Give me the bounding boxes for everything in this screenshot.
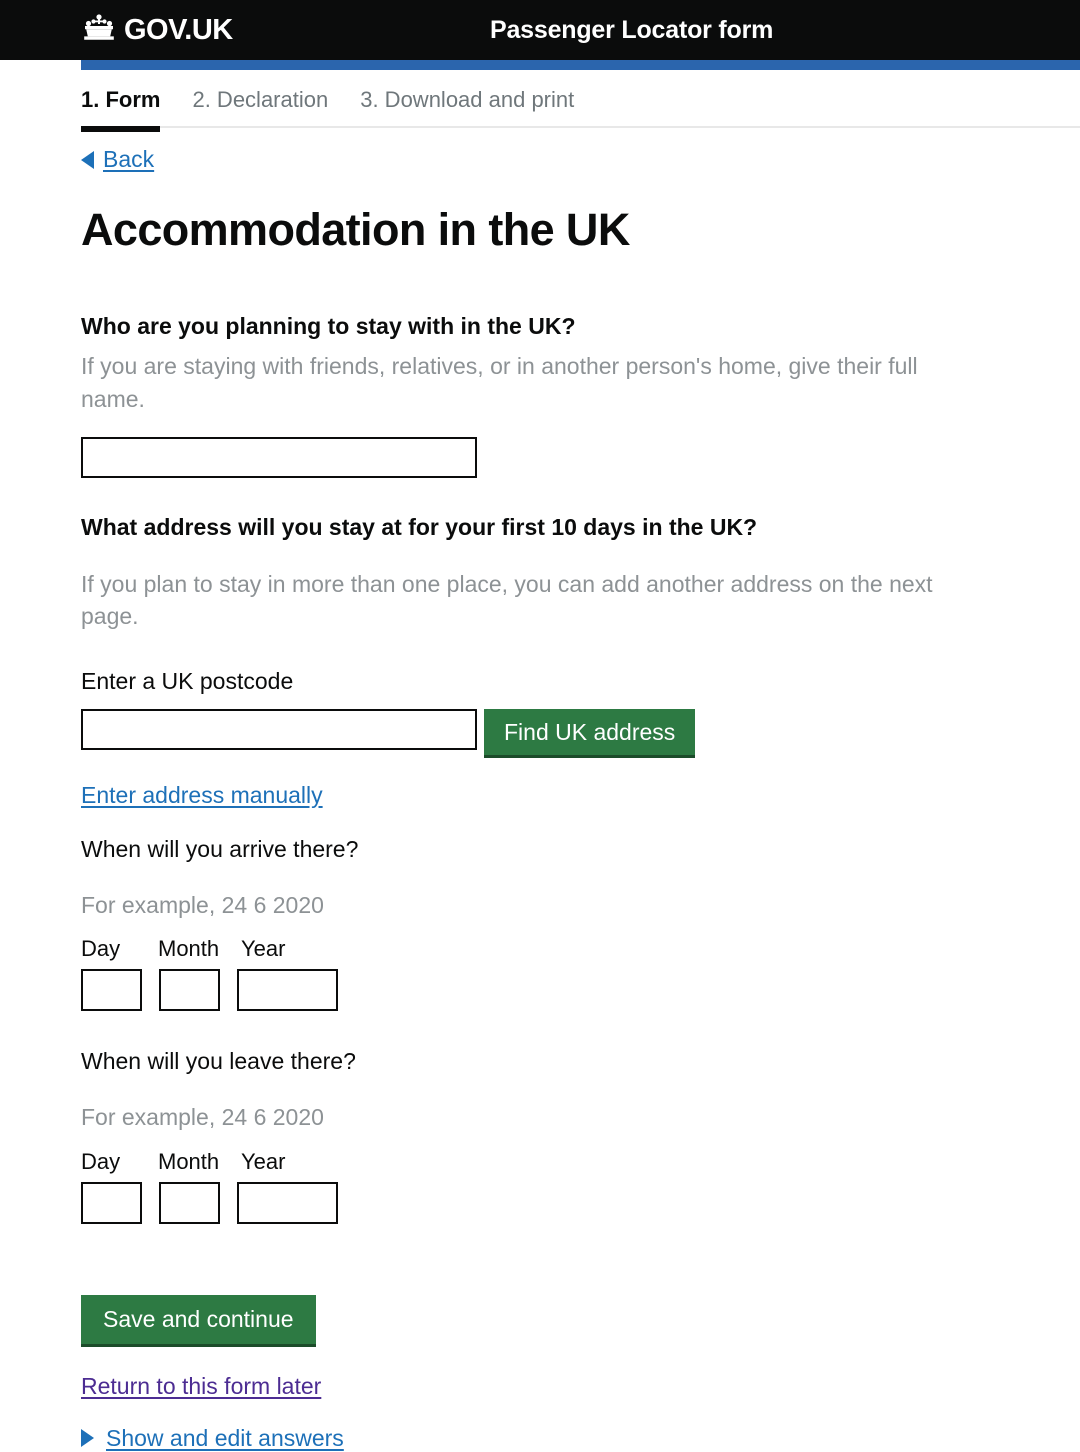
- arrive-month-label: Month: [158, 936, 220, 962]
- arrive-label: When will you arrive there?: [81, 835, 359, 862]
- leave-date-labels: Day Month Year: [81, 1149, 1001, 1175]
- postcode-label: Enter a UK postcode: [81, 667, 294, 694]
- leave-day-label: Day: [81, 1148, 121, 1174]
- arrive-month-input[interactable]: [159, 969, 220, 1012]
- stay-with-hint: If you are staying with friends, relativ…: [81, 353, 918, 413]
- tab-declaration[interactable]: 2. Declaration: [192, 87, 328, 126]
- triangle-right-icon: [81, 1429, 94, 1448]
- arrive-date-labels: Day Month Year: [81, 936, 1001, 962]
- stay-with-label: Who are you planning to stay with in the…: [81, 312, 576, 339]
- save-and-continue-button[interactable]: Save and continue: [81, 1294, 316, 1347]
- leave-month-input[interactable]: [159, 1181, 220, 1224]
- tab-download-and-print[interactable]: 3. Download and print: [360, 87, 574, 126]
- leave-year-input[interactable]: [237, 1181, 338, 1224]
- question-stay-with: Who are you planning to stay with in the…: [81, 312, 1001, 478]
- arrive-year-input[interactable]: [237, 969, 338, 1012]
- arrive-day-input[interactable]: [81, 969, 142, 1012]
- site-header: GOV.UK Passenger Locator form: [0, 0, 1080, 60]
- postcode-row: Find UK address: [81, 708, 1001, 758]
- leave-year-label: Year: [241, 1148, 286, 1174]
- progress-tabs: 1. Form 2. Declaration 3. Download and p…: [81, 70, 1080, 133]
- find-uk-address-button[interactable]: Find UK address: [484, 708, 696, 758]
- return-to-form-later-link[interactable]: Return to this form later: [81, 1373, 321, 1400]
- arrive-hint: For example, 24 6 2020: [81, 891, 324, 918]
- leave-hint: For example, 24 6 2020: [81, 1104, 324, 1131]
- arrive-date-inputs: [81, 969, 1001, 1012]
- brand-name: GOV.UK: [124, 13, 233, 46]
- back-link-label: Back: [103, 146, 155, 172]
- leave-label: When will you leave there?: [81, 1048, 356, 1075]
- phase-accent-bar: [81, 60, 1080, 70]
- main-content: Back Accommodation in the UK Who are you…: [81, 128, 1001, 1452]
- service-title: Passenger Locator form: [490, 15, 774, 44]
- question-arrive-date: When will you arrive there? For example,…: [81, 835, 1001, 1012]
- leave-day-input[interactable]: [81, 1181, 142, 1224]
- arrive-day-label: Day: [81, 936, 121, 962]
- postcode-input[interactable]: [81, 708, 477, 750]
- question-leave-date: When will you leave there? For example, …: [81, 1047, 1001, 1224]
- back-link[interactable]: Back: [81, 146, 154, 173]
- page-title: Accommodation in the UK: [81, 204, 630, 255]
- show-and-edit-answers-details[interactable]: Show and edit answers: [81, 1425, 1001, 1452]
- stay-with-input[interactable]: [81, 436, 477, 478]
- govuk-logo[interactable]: GOV.UK: [81, 13, 233, 48]
- arrive-year-label: Year: [241, 936, 286, 962]
- enter-address-manually-link[interactable]: Enter address manually: [81, 782, 323, 809]
- question-address: What address will you stay at for your f…: [81, 513, 1001, 809]
- leave-date-inputs: [81, 1181, 1001, 1224]
- crown-icon: [81, 13, 117, 48]
- form-actions: Save and continue Return to this form la…: [81, 1294, 1001, 1452]
- address-hint: If you plan to stay in more than one pla…: [81, 570, 933, 630]
- show-and-edit-answers-link[interactable]: Show and edit answers: [106, 1425, 344, 1452]
- leave-month-label: Month: [158, 1148, 220, 1174]
- tab-form[interactable]: 1. Form: [81, 87, 161, 133]
- arrow-left-icon: [81, 150, 94, 169]
- address-label: What address will you stay at for your f…: [81, 513, 758, 540]
